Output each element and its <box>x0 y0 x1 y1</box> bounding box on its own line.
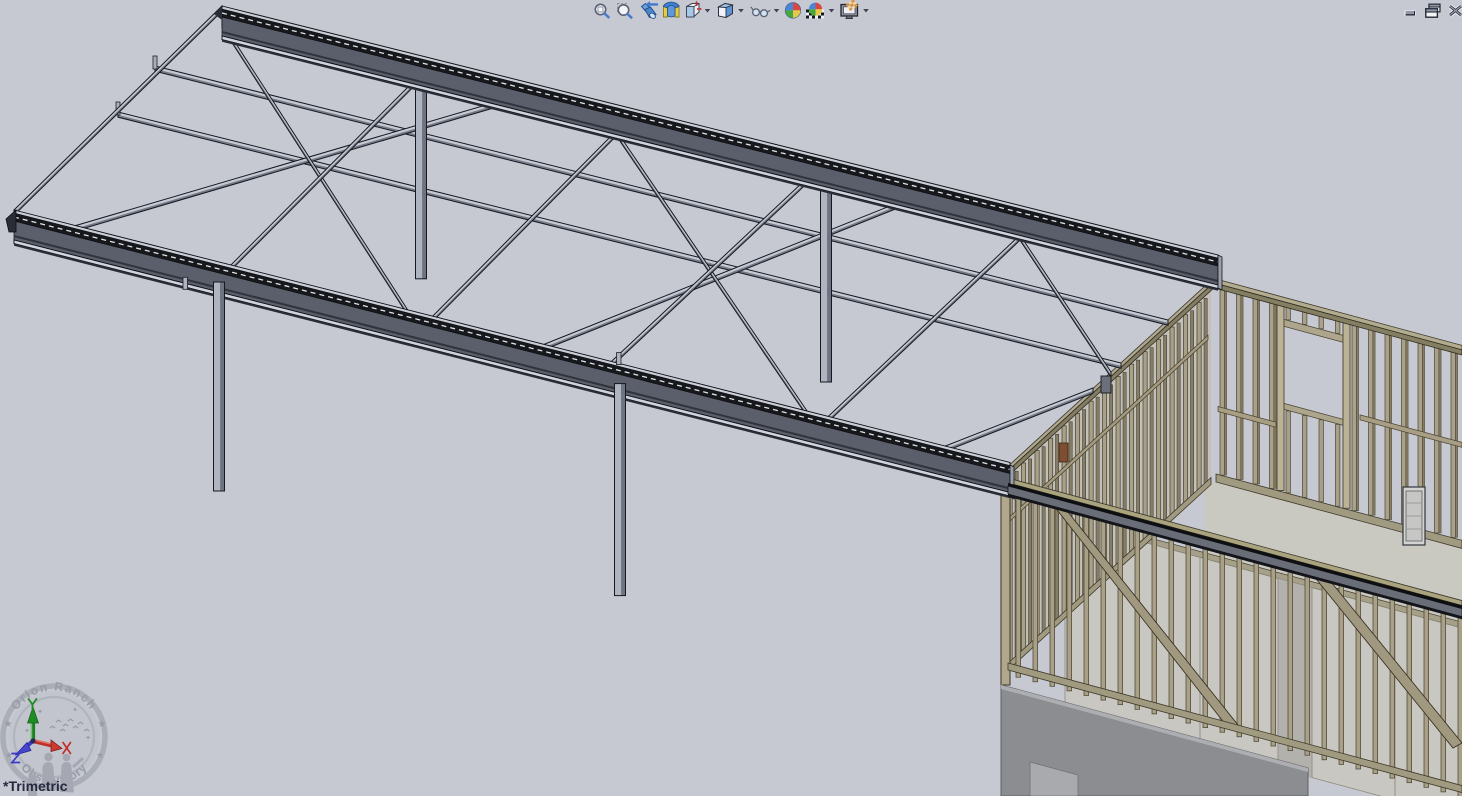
svg-text:*Trimetric: *Trimetric <box>3 778 68 794</box>
svg-text:✦: ✦ <box>85 734 91 742</box>
svg-text:★: ★ <box>4 719 13 730</box>
svg-text:★: ★ <box>96 750 104 760</box>
svg-text:★: ★ <box>98 719 107 730</box>
svg-text:✦: ✦ <box>37 708 43 716</box>
svg-text:✦: ✦ <box>72 706 78 714</box>
svg-text:✦: ✦ <box>24 727 30 735</box>
svg-text:★: ★ <box>5 750 13 760</box>
